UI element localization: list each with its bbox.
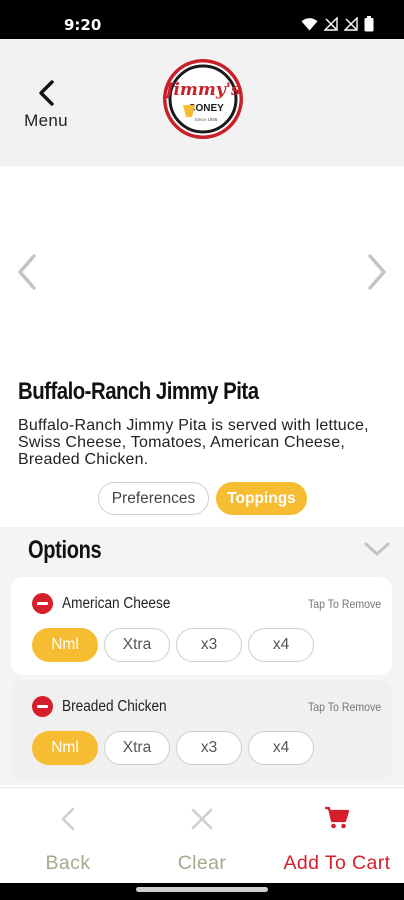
quantity-selector: Nml Xtra x3 x4 (32, 628, 314, 662)
option-card-american-cheese: American Cheese Tap To Remove Nml Xtra x… (11, 577, 392, 675)
carousel-prev-chevron-left-icon[interactable] (14, 252, 40, 292)
tab-bar: Preferences Toppings (98, 482, 307, 515)
chevron-left-icon (61, 807, 75, 831)
options-header[interactable]: Options (0, 527, 404, 573)
cart-icon (325, 806, 350, 829)
option-name: Breaded Chicken (62, 698, 167, 715)
tab-preferences[interactable]: Preferences (98, 482, 209, 515)
qty-option-xtra[interactable]: Xtra (104, 628, 170, 662)
remove-icon[interactable] (32, 696, 53, 717)
status-icons (301, 15, 374, 33)
clear-button[interactable]: Clear (152, 788, 252, 884)
add-to-cart-button[interactable]: Add To Cart (272, 788, 402, 884)
option-card-breaded-chicken: Breaded Chicken Tap To Remove Nml Xtra x… (11, 680, 392, 780)
quantity-selector: Nml Xtra x3 x4 (32, 731, 314, 765)
carousel-next-chevron-right-icon[interactable] (364, 252, 390, 292)
qty-option-x3[interactable]: x3 (176, 628, 242, 662)
image-carousel (0, 166, 404, 376)
chevron-left-icon (39, 80, 54, 106)
menu-back-button[interactable]: Menu (20, 79, 72, 135)
clear-label: Clear (177, 852, 227, 874)
bottom-nav: Back Clear Add To Cart (0, 787, 404, 883)
qty-option-nml[interactable]: Nml (32, 628, 98, 662)
tab-toppings[interactable]: Toppings (216, 482, 307, 515)
remove-icon[interactable] (32, 593, 53, 614)
qty-option-xtra[interactable]: Xtra (104, 731, 170, 765)
chevron-down-icon[interactable] (364, 541, 390, 557)
status-time: 9:20 (64, 16, 102, 34)
signal-off-icon (344, 17, 358, 31)
options-list: American Cheese Tap To Remove Nml Xtra x… (0, 573, 404, 785)
close-icon (191, 808, 213, 830)
tap-to-remove-link[interactable]: Tap To Remove (308, 597, 381, 611)
wifi-icon (301, 18, 318, 31)
qty-option-x4[interactable]: x4 (248, 731, 314, 765)
qty-option-x3[interactable]: x3 (176, 731, 242, 765)
menu-label: Menu (24, 111, 68, 130)
add-to-cart-label: Add To Cart (283, 852, 391, 874)
home-gesture-handle[interactable] (136, 887, 268, 892)
qty-option-x4[interactable]: x4 (248, 628, 314, 662)
back-label: Back (45, 852, 91, 874)
tap-to-remove-link[interactable]: Tap To Remove (308, 700, 381, 714)
header: Menu Jimmy's CONEY Since 1988 (0, 39, 404, 166)
item-title: Buffalo-Ranch Jimmy Pita (18, 378, 259, 405)
qty-option-nml[interactable]: Nml (32, 731, 98, 765)
options-title: Options (28, 536, 102, 564)
item-description: Buffalo-Ranch Jimmy Pita is served with … (18, 417, 369, 468)
back-button[interactable]: Back (18, 788, 118, 884)
signal-off-icon (324, 17, 338, 31)
status-bar: 9:20 (0, 0, 404, 39)
system-navigation-bar (0, 883, 404, 900)
jimmys-coney-logo: Jimmy's CONEY Since 1988 (162, 59, 243, 139)
battery-icon (364, 16, 374, 32)
logo-text-main: Jimmy's (162, 80, 241, 100)
option-name: American Cheese (62, 595, 171, 612)
logo-text-est: Since 1988 (195, 117, 218, 122)
